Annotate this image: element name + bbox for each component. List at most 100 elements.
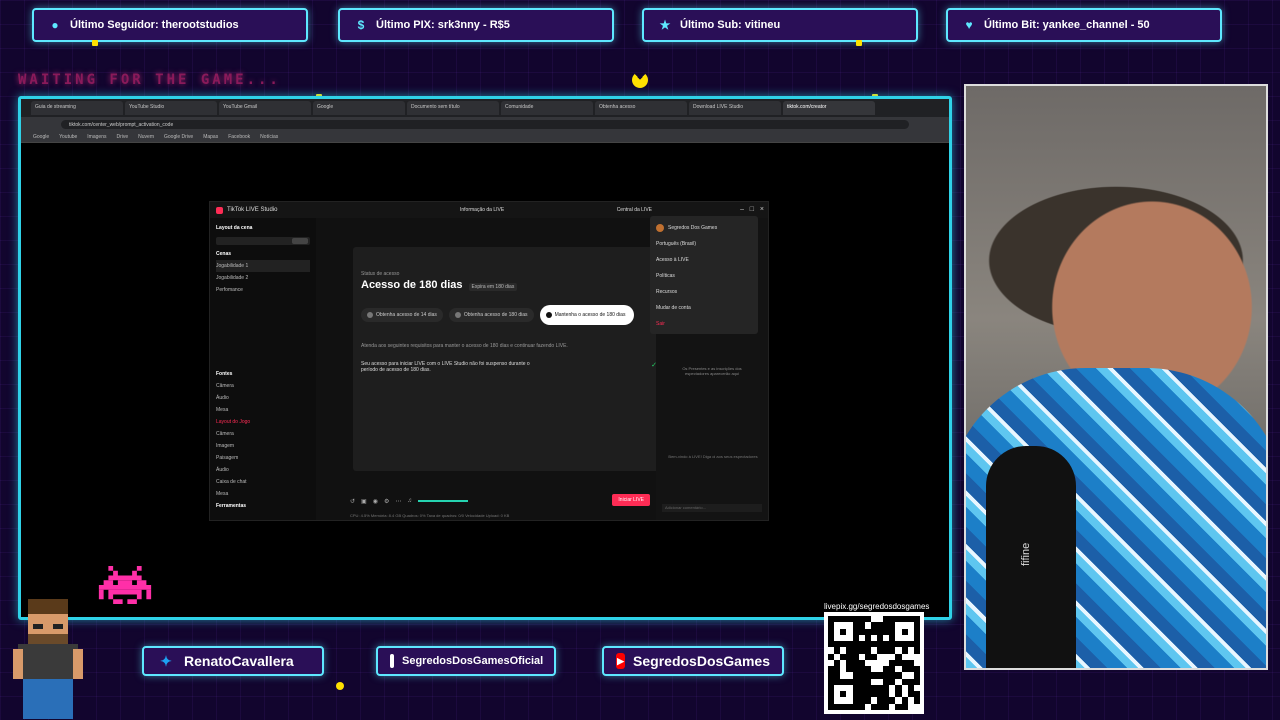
bookmark-item[interactable]: Facebook	[228, 134, 250, 140]
mic-icon[interactable]: ◉	[373, 498, 378, 505]
go-live-button[interactable]: Iniciar LIVE	[612, 494, 650, 506]
account-dropdown-menu: Segredos Dos Games Português (Brasil) Ac…	[650, 216, 758, 334]
bookmark-item[interactable]: Drive	[116, 134, 128, 140]
live-center-title[interactable]: Central da LIVE	[617, 207, 652, 213]
browser-tab[interactable]: Comunidade	[501, 101, 593, 115]
browser-tab[interactable]: Google	[313, 101, 405, 115]
speaker-icon[interactable]: ♫	[407, 498, 412, 504]
dropdown-item-policies[interactable]: Políticas	[656, 268, 752, 284]
qr-label: livepix.gg/segredosdosgames	[824, 602, 930, 611]
dollar-icon: $	[357, 18, 365, 32]
youtube-bar[interactable]: ▶ SegredosDosGames	[602, 646, 784, 676]
access-steps: Obtenha acesso de 14 dias Obtenha acesso…	[361, 305, 657, 325]
browser-tab[interactable]: Obtenha acesso	[595, 101, 687, 115]
twitter-handle: RenatoCavallera	[184, 653, 294, 669]
settings-icon[interactable]: ⚙	[384, 498, 389, 505]
avatar	[656, 224, 664, 232]
bookmark-item[interactable]: Nuvem	[138, 134, 154, 140]
source-item[interactable]: Mesa	[216, 488, 310, 500]
source-item[interactable]: Mesa	[216, 404, 310, 416]
screen-capture-frame: Guia de streaming YouTube Studio YouTube…	[18, 96, 952, 620]
step-180-days[interactable]: Obtenha acesso de 180 dias	[448, 308, 534, 322]
browser-tab[interactable]: Guia de streaming	[31, 101, 123, 115]
source-item[interactable]: Caixa de chat	[216, 476, 310, 488]
dropdown-item-language[interactable]: Português (Brasil)	[656, 236, 752, 252]
dropdown-item-logout[interactable]: Sair	[656, 316, 752, 332]
layout-toggle[interactable]	[216, 237, 310, 245]
browser-tab-active[interactable]: tiktok.com/creator	[783, 101, 875, 115]
last-bit-text: Último Bit: yankee_channel - 50	[984, 19, 1150, 31]
livepix-qr-code[interactable]	[824, 612, 924, 714]
tools-label: Ferramentas	[216, 503, 247, 509]
check-circle-icon	[454, 312, 461, 318]
minimize-icon[interactable]: –	[740, 206, 744, 213]
rotate-icon[interactable]: ↺	[350, 498, 355, 505]
requirement-text: Seu acesso para iniciar LIVE com o LIVE …	[361, 361, 530, 373]
bookmark-item[interactable]: Mapas	[203, 134, 218, 140]
close-icon[interactable]: ×	[760, 206, 764, 213]
modal-description: Atenda aos seguintes requisitos para man…	[361, 343, 568, 349]
source-item[interactable]: Áudio	[216, 392, 310, 404]
mic-brand-label: fifine	[1020, 542, 1032, 566]
browser-tab[interactable]: YouTube Gmail	[219, 101, 311, 115]
bookmarks-bar: Google Youtube Imagens Drive Nuvem Googl…	[21, 131, 949, 143]
more-icon[interactable]: ⋯	[395, 498, 401, 505]
twitter-bar[interactable]: ✦ RenatoCavallera	[142, 646, 324, 676]
volume-slider[interactable]	[417, 500, 468, 502]
last-pix-text: Último PIX: srk3nny - R$5	[376, 19, 510, 31]
source-item[interactable]: Áudio	[216, 464, 310, 476]
modal-title: Acesso de 180 dias	[361, 279, 463, 291]
tiktok-live-studio-window: TikTok LIVE Studio Informação da LIVE Ce…	[209, 201, 769, 521]
maximize-icon[interactable]: □	[750, 206, 754, 213]
space-invader-icon	[98, 566, 152, 604]
dropdown-item-resources[interactable]: Recursos	[656, 284, 752, 300]
url-field[interactable]: tiktok.com/center_web/prompt_activation_…	[61, 119, 909, 129]
bookmark-item[interactable]: Youtube	[59, 134, 77, 140]
step-label: Obtenha acesso de 14 dias	[376, 312, 437, 318]
sources-group-label: Paisagem	[216, 455, 239, 461]
last-follower-text: Último Seguidor: therootstudios	[70, 19, 239, 31]
last-pix-bar: $ Último PIX: srk3nny - R$5	[338, 8, 614, 42]
step-14-days[interactable]: Obtenha acesso de 14 dias	[361, 308, 443, 322]
browser-address-bar: tiktok.com/center_web/prompt_activation_…	[21, 117, 949, 131]
qr-pattern	[828, 616, 920, 710]
twitter-icon: ✦	[160, 652, 172, 669]
layout-label: Layout da cena	[216, 225, 253, 231]
scene-item[interactable]: Jogabilidade 1	[216, 260, 310, 272]
youtube-icon: ▶	[616, 653, 626, 669]
sources-label: Fontes	[216, 371, 233, 377]
modal-badge: Expira em 180 dias	[468, 283, 518, 291]
layers-icon[interactable]: ▣	[361, 498, 367, 505]
dropdown-user[interactable]: Segredos Dos Games	[656, 220, 752, 236]
bookmark-item[interactable]: Google	[33, 134, 49, 140]
last-sub-text: Último Sub: vitineu	[680, 19, 781, 31]
bookmark-item[interactable]: Imagens	[87, 134, 106, 140]
scene-item[interactable]: Perfomance	[216, 284, 310, 296]
chat-input[interactable]: Adicionar comentário...	[662, 504, 762, 512]
live-info-title[interactable]: Informação da LIVE	[460, 207, 504, 213]
source-item[interactable]: Layout do Jogo	[216, 416, 310, 428]
step-keep-180-days[interactable]: Mantenha o acesso de 180 dias	[539, 305, 634, 325]
source-item[interactable]: Imagem	[216, 440, 310, 452]
studio-bottom-toolbar: ↺ ▣ ◉ ⚙ ⋯ ♫ Iniciar LIVE	[350, 494, 650, 508]
step-label: Obtenha acesso de 180 dias	[463, 312, 528, 318]
instagram-icon	[390, 654, 394, 668]
source-item[interactable]: Câmera	[216, 428, 310, 440]
chat-welcome-text: Bem-vindo à LIVE! Diga oi aos seus espec…	[668, 454, 758, 459]
bookmark-item[interactable]: Google Drive	[164, 134, 193, 140]
sources-group-label: Câmera	[216, 383, 234, 389]
studio-app-title: TikTok LIVE Studio	[227, 207, 278, 213]
last-sub-bar: ★ Último Sub: vitineu	[642, 8, 918, 42]
dropdown-item-live-access[interactable]: Acesso à LIVE	[656, 252, 752, 268]
waiting-banner: WAITING FOR THE GAME...	[18, 72, 281, 88]
dropdown-item-switch-account[interactable]: Mudar de conta	[656, 300, 752, 316]
studio-status-bar: CPU: 4.5% Memória: 8.4 GB Quadros: 0% Ta…	[350, 513, 510, 518]
browser-tab[interactable]: Documento sem título	[407, 101, 499, 115]
browser-tab[interactable]: Download LIVE Studio	[689, 101, 781, 115]
dropdown-user-name: Segredos Dos Games	[668, 225, 718, 231]
scene-item[interactable]: Jogabilidade 2	[216, 272, 310, 284]
pellet-icon	[856, 40, 862, 46]
instagram-bar[interactable]: SegredosDosGamesOficial	[376, 646, 556, 676]
browser-tab[interactable]: YouTube Studio	[125, 101, 217, 115]
bookmark-item[interactable]: Notícias	[260, 134, 278, 140]
